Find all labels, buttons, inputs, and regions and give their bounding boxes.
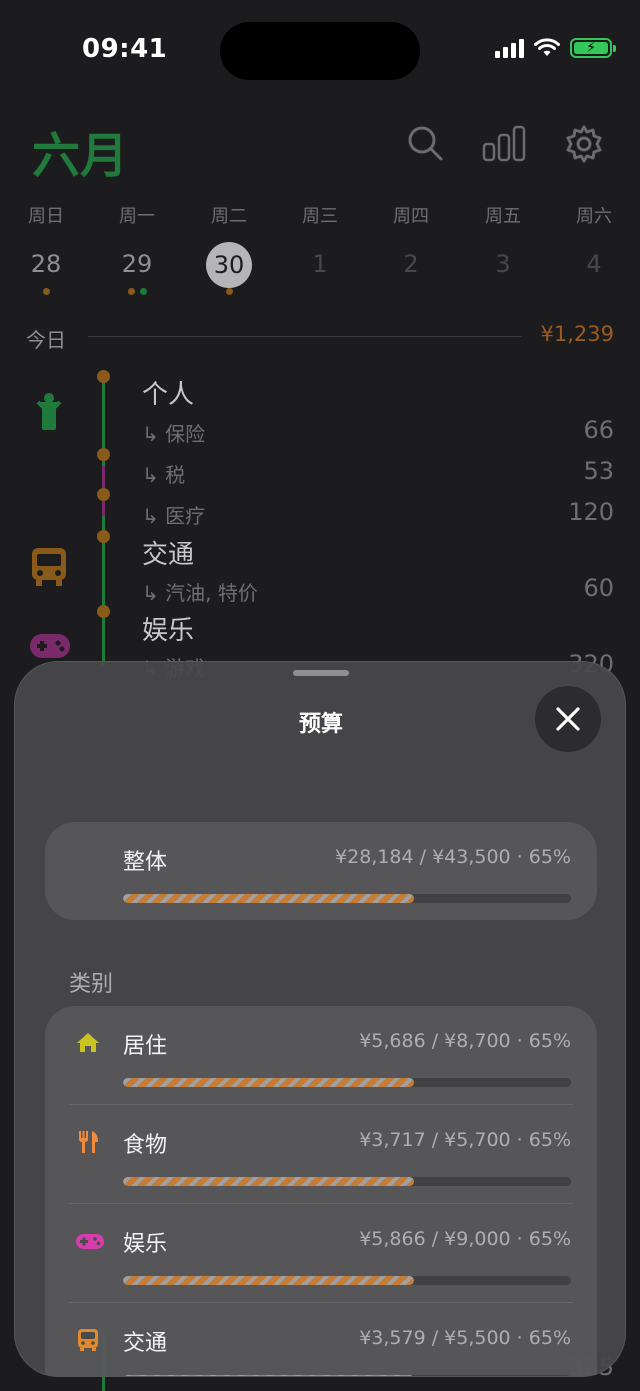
sheet-grabber[interactable]: [293, 670, 349, 676]
gear-icon[interactable]: [564, 124, 604, 164]
status-icons: ⚡: [495, 38, 616, 58]
timeline-node: [97, 488, 110, 501]
search-icon[interactable]: [406, 124, 444, 162]
budget-label: 居住: [123, 1034, 168, 1059]
bus-icon: [32, 548, 66, 586]
day-name: 周五: [485, 206, 521, 227]
timeline-node: [97, 448, 110, 461]
gamepad-icon: [30, 634, 70, 658]
budget-row-transport[interactable]: 交通 ¥3,579 / ¥5,500 · 65%: [45, 1303, 597, 1376]
budget-progress-bar: [123, 1276, 571, 1285]
month-title: 六月: [32, 128, 129, 184]
entry-label: ↳ 税: [142, 463, 186, 487]
gamepad-icon: [76, 1234, 104, 1249]
category-budget-card: 居住 ¥5,686 / ¥8,700 · 65% 食物 ¥3,717 / ¥5,…: [45, 1006, 597, 1376]
wifi-icon: [534, 38, 560, 56]
day-sunday[interactable]: 周日 28: [6, 202, 86, 296]
close-button[interactable]: [535, 686, 601, 752]
day-name: 周三: [302, 206, 338, 227]
budget-row-housing[interactable]: 居住 ¥5,686 / ¥8,700 · 65%: [45, 1006, 597, 1104]
timeline-node: [97, 605, 110, 618]
budget-progress-bar: [123, 1078, 571, 1087]
budget-value: ¥5,866 / ¥9,000 · 65%: [359, 1228, 571, 1250]
category-title-personal: 个人: [142, 380, 195, 410]
house-icon: [77, 1033, 99, 1052]
budget-row-food[interactable]: 食物 ¥3,717 / ¥5,700 · 65%: [45, 1105, 597, 1203]
budget-value: ¥28,184 / ¥43,500 · 65%: [335, 846, 571, 868]
budget-value: ¥3,579 / ¥5,500 · 65%: [359, 1327, 571, 1349]
day-number: 3: [495, 250, 511, 278]
day-name: 周六: [576, 206, 612, 227]
budget-row-entertainment[interactable]: 娱乐 ¥5,866 / ¥9,000 · 65%: [45, 1204, 597, 1302]
day-tuesday[interactable]: 周二 30: [189, 202, 269, 296]
today-divider: [88, 336, 522, 337]
entry-label: ↳ 汽油, 特价: [142, 581, 258, 605]
fork-knife-icon: [79, 1131, 98, 1153]
category-title-transport: 交通: [142, 540, 195, 570]
cellular-signal-icon: [495, 38, 524, 58]
day-name: 周四: [393, 206, 429, 227]
day-number: 28: [30, 250, 62, 278]
entry-amount: 120: [568, 498, 614, 526]
dynamic-island: [220, 22, 420, 80]
day-saturday[interactable]: 周六 4: [554, 202, 634, 286]
budget-sheet: 预算 整体 ¥28,184 / ¥43,500 · 65% 类别 居住 ¥5,6…: [14, 661, 626, 1377]
budget-progress-bar: [123, 894, 571, 903]
budget-value: ¥3,717 / ¥5,700 · 65%: [359, 1129, 571, 1151]
day-number-selected: 30: [206, 242, 252, 288]
day-monday[interactable]: 周一 29: [97, 202, 177, 296]
today-total: ¥1,239: [540, 322, 614, 346]
day-thursday[interactable]: 周四 2: [371, 202, 451, 286]
day-number: 2: [403, 250, 419, 278]
entry-amount: 53: [583, 457, 614, 485]
week-strip: 周日 28 周一 29 周二 30 周三 1 周四 2 周五 3 周六 4: [0, 202, 640, 298]
day-number: 4: [586, 250, 602, 278]
chart-icon[interactable]: [482, 124, 526, 162]
budget-value: ¥5,686 / ¥8,700 · 65%: [359, 1030, 571, 1052]
status-time: 09:41: [82, 34, 168, 64]
budget-progress-bar: [123, 1177, 571, 1186]
day-name: 周日: [28, 206, 64, 227]
person-icon: [36, 393, 62, 430]
budget-label: 交通: [123, 1331, 168, 1356]
section-label: 类别: [69, 972, 114, 997]
entry-label: ↳ 医疗: [142, 504, 206, 528]
day-wednesday[interactable]: 周三 1: [280, 202, 360, 286]
day-name: 周二: [211, 206, 247, 227]
today-label: 今日: [26, 328, 66, 352]
entry-amount: 66: [583, 416, 614, 444]
day-number: 29: [121, 250, 153, 278]
entry-amount: 60: [583, 574, 614, 602]
overall-budget-row[interactable]: 整体 ¥28,184 / ¥43,500 · 65%: [45, 822, 597, 920]
bus-icon: [78, 1329, 98, 1351]
day-name: 周一: [119, 206, 155, 227]
entry-label: ↳ 保险: [142, 422, 206, 446]
budget-label: 整体: [123, 850, 168, 875]
timeline-node: [97, 530, 110, 543]
budget-progress-bar: [123, 1375, 571, 1376]
budget-label: 食物: [123, 1133, 168, 1158]
category-title-entertainment: 娱乐: [142, 616, 195, 646]
budget-label: 娱乐: [123, 1232, 168, 1257]
battery-icon: ⚡: [570, 38, 616, 58]
close-icon: [556, 707, 580, 731]
overall-budget-card[interactable]: 整体 ¥28,184 / ¥43,500 · 65%: [45, 822, 597, 920]
timeline-node: [97, 370, 110, 383]
day-friday[interactable]: 周五 3: [463, 202, 543, 286]
day-number: 1: [312, 250, 328, 278]
